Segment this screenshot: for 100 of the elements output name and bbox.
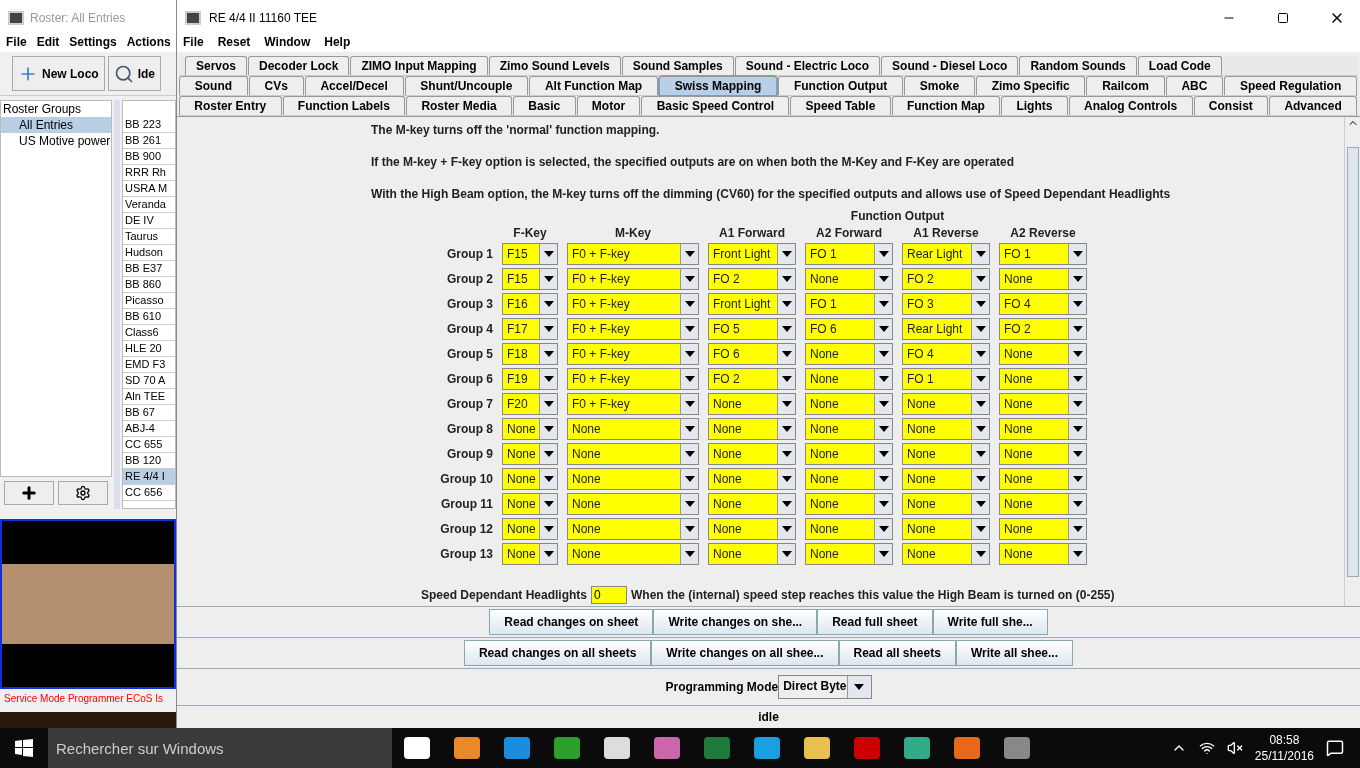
menu-item[interactable]: Actions xyxy=(126,35,171,52)
list-row[interactable]: BB E37 xyxy=(123,261,175,277)
dropdown[interactable]: None xyxy=(999,393,1087,415)
dropdown[interactable]: F0 + F-key xyxy=(567,293,699,315)
dropdown[interactable]: F19 xyxy=(502,368,558,390)
list-row[interactable]: BB 860 xyxy=(123,277,175,293)
dropdown[interactable]: None xyxy=(999,468,1087,490)
dropdown[interactable]: Front Light xyxy=(708,243,796,265)
tab[interactable]: Lights xyxy=(1001,96,1068,115)
dropdown[interactable]: None xyxy=(805,443,893,465)
tab[interactable]: Sound - Electric Loco xyxy=(734,56,881,75)
dropdown[interactable]: FO 4 xyxy=(902,343,990,365)
windows-logo-icon[interactable] xyxy=(15,739,33,757)
dropdown[interactable]: None xyxy=(567,468,699,490)
dropdown[interactable]: FO 1 xyxy=(902,368,990,390)
action-button[interactable]: Write all shee... xyxy=(955,640,1074,666)
dropdown[interactable]: F17 xyxy=(502,318,558,340)
list-row[interactable]: BB 223 xyxy=(123,117,175,133)
list-row[interactable]: Picasso xyxy=(123,293,175,309)
tab[interactable]: Random Sounds xyxy=(1019,56,1137,75)
dropdown[interactable]: None xyxy=(999,368,1087,390)
list-row[interactable]: BB 67 xyxy=(123,405,175,421)
dropdown[interactable]: None xyxy=(999,343,1087,365)
dropdown[interactable]: None xyxy=(567,518,699,540)
clock[interactable]: 08:58 25/11/2016 xyxy=(1254,732,1314,764)
dropdown[interactable]: None xyxy=(708,393,796,415)
list-row[interactable]: Class6 xyxy=(123,325,175,341)
dropdown[interactable]: FO 2 xyxy=(708,268,796,290)
tab[interactable]: Accel/Decel xyxy=(304,76,404,95)
dropdown[interactable]: None xyxy=(805,493,893,515)
dropdown[interactable]: FO 1 xyxy=(805,243,893,265)
dropdown[interactable]: None xyxy=(708,543,796,565)
tab[interactable]: CVs xyxy=(248,76,304,95)
dropdown[interactable]: F0 + F-key xyxy=(567,318,699,340)
tab[interactable]: Sound - Diesel Loco xyxy=(881,56,1019,75)
dropdown[interactable]: None xyxy=(805,418,893,440)
dropdown[interactable]: None xyxy=(999,443,1087,465)
dropdown[interactable]: FO 5 xyxy=(708,318,796,340)
tab[interactable]: Roster Media xyxy=(406,96,512,115)
tab[interactable]: Basic Speed Control xyxy=(641,96,790,115)
dropdown[interactable]: F0 + F-key xyxy=(567,368,699,390)
tab[interactable]: Sound Samples xyxy=(621,56,734,75)
tab[interactable]: ABC xyxy=(1165,76,1224,95)
dropdown[interactable]: F0 + F-key xyxy=(567,268,699,290)
list-row[interactable]: RRR Rh xyxy=(123,165,175,181)
dropdown[interactable]: None xyxy=(708,493,796,515)
action-button[interactable]: Read full sheet xyxy=(817,609,933,635)
dropdown[interactable]: FO 6 xyxy=(805,318,893,340)
dropdown[interactable]: None xyxy=(708,418,796,440)
menu-item[interactable]: Help xyxy=(324,35,351,52)
dropdown[interactable]: FO 6 xyxy=(708,343,796,365)
dropdown[interactable]: None xyxy=(502,543,558,565)
dropdown[interactable]: None xyxy=(805,368,893,390)
dropdown[interactable]: None xyxy=(502,418,558,440)
dropdown[interactable]: None xyxy=(708,443,796,465)
dropdown[interactable]: None xyxy=(902,543,990,565)
list-row[interactable]: SD 70 A xyxy=(123,373,175,389)
dropdown[interactable]: None xyxy=(708,518,796,540)
dropdown[interactable]: None xyxy=(502,443,558,465)
tree-item[interactable]: All Entries xyxy=(1,117,111,133)
action-button[interactable]: Write full she... xyxy=(932,609,1048,635)
menu-item[interactable]: Window xyxy=(264,35,311,52)
dropdown[interactable]: None xyxy=(805,468,893,490)
tab[interactable]: Zimo Sound Levels xyxy=(488,56,621,75)
action-button[interactable]: Write changes on all shee... xyxy=(651,640,839,666)
dropdown[interactable]: Front Light xyxy=(708,293,796,315)
dropdown[interactable]: F0 + F-key xyxy=(567,393,699,415)
add-button[interactable] xyxy=(4,481,54,505)
dropdown[interactable]: FO 2 xyxy=(999,318,1087,340)
tab[interactable]: Railcom xyxy=(1086,76,1165,95)
settings-button[interactable] xyxy=(58,481,108,505)
dropdown[interactable]: None xyxy=(999,543,1087,565)
dropdown[interactable]: FO 1 xyxy=(805,293,893,315)
list-row[interactable]: ABJ-4 xyxy=(123,421,175,437)
action-button[interactable]: Write changes on she... xyxy=(653,609,818,635)
dropdown[interactable]: None xyxy=(999,418,1087,440)
dropdown[interactable]: None xyxy=(567,543,699,565)
tab[interactable]: Load Code xyxy=(1137,56,1222,75)
list-row[interactable]: RE 4/4 I xyxy=(123,469,175,485)
dropdown[interactable]: Direct Byte xyxy=(778,675,872,699)
tab[interactable]: Speed Regulation xyxy=(1224,76,1357,95)
dropdown[interactable]: None xyxy=(805,393,893,415)
list-row[interactable]: CC 656 xyxy=(123,485,175,501)
tab[interactable]: Motor xyxy=(576,96,641,115)
tab[interactable]: Roster Entry xyxy=(179,96,282,115)
tree-root[interactable]: Roster Groups xyxy=(1,101,111,117)
list-row[interactable]: Hudson xyxy=(123,245,175,261)
dropdown[interactable]: None xyxy=(567,418,699,440)
action-button[interactable]: Read changes on all sheets xyxy=(463,640,652,666)
dropdown[interactable]: F20 xyxy=(502,393,558,415)
dropdown[interactable]: None xyxy=(999,268,1087,290)
tab[interactable]: ZIMO Input Mapping xyxy=(350,56,488,75)
list-row[interactable]: USRA M xyxy=(123,181,175,197)
list-row[interactable]: BB 120 xyxy=(123,453,175,469)
tab[interactable]: Alt Function Map xyxy=(529,76,658,95)
dropdown[interactable]: None xyxy=(567,443,699,465)
dropdown[interactable]: None xyxy=(902,443,990,465)
dropdown[interactable]: None xyxy=(902,393,990,415)
dropdown[interactable]: None xyxy=(805,268,893,290)
dropdown[interactable]: None xyxy=(708,468,796,490)
